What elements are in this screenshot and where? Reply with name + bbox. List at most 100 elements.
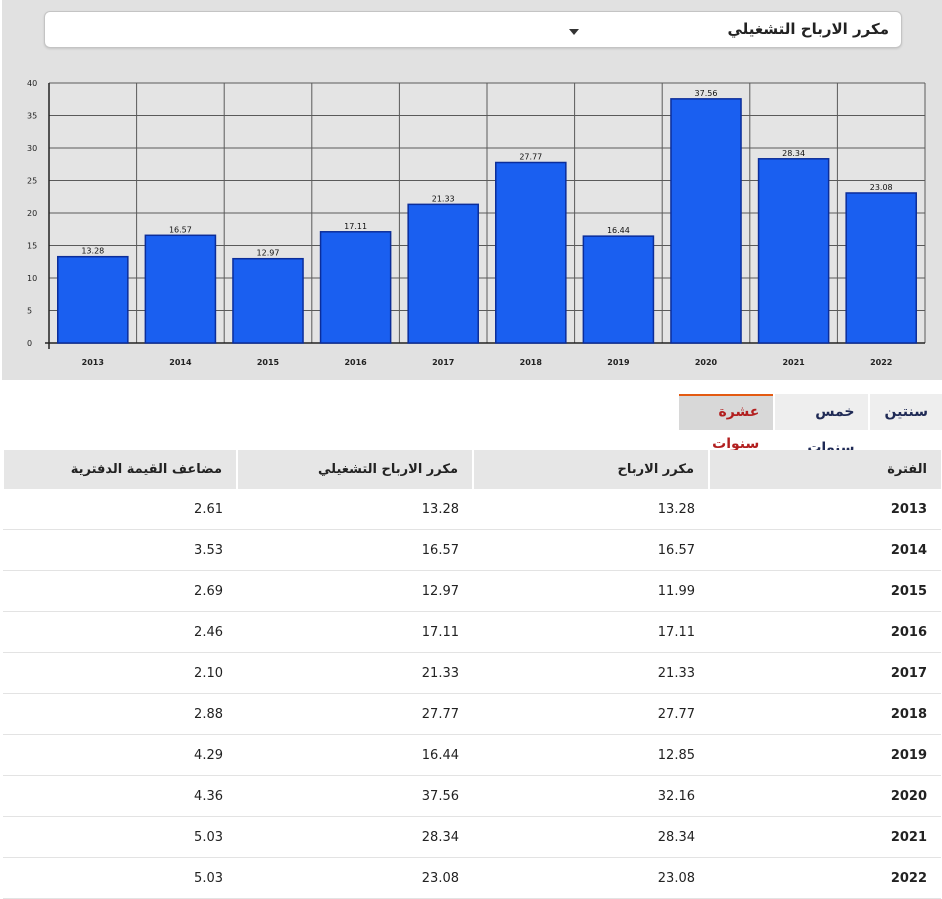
x-tick-label: 2013 [82, 358, 104, 367]
data-label: 27.77 [519, 152, 542, 161]
cell-period: 2022 [709, 857, 941, 899]
x-tick-label: 2017 [432, 358, 454, 367]
y-tick-label: 10 [27, 274, 37, 283]
x-tick-label: 2014 [169, 358, 192, 367]
cell-operating-pe: 37.56 [237, 775, 473, 817]
x-tick-label: 2020 [695, 358, 718, 367]
cell-price-to-book: 4.36 [3, 775, 237, 817]
x-tick-label: 2015 [257, 358, 280, 367]
cell-price-to-book: 2.61 [3, 489, 237, 530]
y-tick-label: 25 [27, 177, 37, 186]
table-row: 2019 12.85 16.44 4.29 [3, 734, 941, 776]
bar-2020 [670, 98, 742, 344]
cell-pe: 11.99 [473, 570, 709, 612]
header-price-to-book: مضاعف القيمة الدفترية [2, 450, 237, 489]
cell-price-to-book: 5.03 [3, 816, 237, 858]
header-pe: مكرر الارباح [472, 450, 709, 489]
bar-2017 [407, 203, 479, 344]
cell-period: 2020 [709, 775, 941, 817]
cell-price-to-book: 3.53 [3, 529, 237, 571]
header-period: الفترة [708, 450, 941, 489]
bar-2021 [757, 158, 830, 344]
x-tick-label: 2021 [782, 358, 805, 367]
table-body: 2013 13.28 13.28 2.61 2014 16.57 16.57 3.53 2015… [3, 489, 941, 899]
cell-pe: 23.08 [473, 857, 709, 899]
cell-period: 2019 [709, 734, 941, 776]
cell-price-to-book: 2.10 [3, 652, 237, 694]
cell-pe: 12.85 [473, 734, 709, 776]
cell-pe: 16.57 [473, 529, 709, 571]
cell-price-to-book: 5.03 [3, 857, 237, 899]
cell-price-to-book: 2.88 [3, 693, 237, 735]
data-label: 16.57 [169, 225, 192, 234]
x-tick-label: 2018 [520, 358, 543, 367]
cell-price-to-book: 2.69 [3, 570, 237, 612]
y-tick-label: 40 [27, 79, 37, 88]
cell-operating-pe: 21.33 [237, 652, 473, 694]
x-tick-label: 2016 [344, 358, 367, 367]
y-tick-label: 35 [27, 112, 37, 121]
bar-2019 [582, 235, 655, 344]
header-operating-pe: مكرر الارباح التشغيلي [236, 450, 473, 489]
period-tabs: عشرة سنوات خمس سنوات سنتين [679, 394, 942, 456]
data-label: 16.44 [607, 226, 630, 235]
cell-pe: 13.28 [473, 489, 709, 530]
cell-pe: 32.16 [473, 775, 709, 817]
table-row: 2020 32.16 37.56 4.36 [3, 775, 941, 817]
y-tick-label: 0 [27, 339, 32, 348]
cell-period: 2015 [709, 570, 941, 612]
bar-2013 [57, 255, 129, 344]
cell-operating-pe: 17.11 [237, 611, 473, 653]
bar-2014 [144, 234, 217, 344]
x-tick-label: 2022 [870, 358, 892, 367]
bar-chart: 0 5 10 15 20 25 30 35 40 13.28 2013 16.57 2014 12.97 2… [27, 79, 926, 367]
data-label: 37.56 [695, 89, 718, 98]
cell-period: 2017 [709, 652, 941, 694]
cell-period: 2016 [709, 611, 941, 653]
cell-operating-pe: 23.08 [237, 857, 473, 899]
tab-two-years[interactable]: سنتين [868, 394, 942, 430]
y-tick-label: 30 [27, 144, 37, 153]
table-row: 2017 21.33 21.33 2.10 [3, 652, 941, 694]
cell-period: 2013 [709, 489, 941, 530]
cell-operating-pe: 13.28 [237, 489, 473, 530]
table-row: 2021 28.34 28.34 5.03 [3, 816, 941, 858]
cell-operating-pe: 16.57 [237, 529, 473, 571]
cell-pe: 17.11 [473, 611, 709, 653]
data-label: 12.97 [257, 249, 280, 258]
y-tick-label: 5 [27, 307, 32, 316]
cell-period: 2018 [709, 693, 941, 735]
data-label: 28.34 [782, 149, 805, 158]
bar-2015 [232, 257, 304, 344]
cell-period: 2014 [709, 529, 941, 571]
cell-pe: 28.34 [473, 816, 709, 858]
ratios-table: الفترة مكرر الارباح مكرر الارباح التشغيل… [2, 450, 941, 899]
y-tick-label: 20 [27, 209, 37, 218]
table-row: 2015 11.99 12.97 2.69 [3, 570, 941, 612]
cell-period: 2021 [709, 816, 941, 858]
table-row: 2013 13.28 13.28 2.61 [3, 489, 941, 530]
data-label: 17.11 [344, 222, 367, 231]
cell-price-to-book: 2.46 [3, 611, 237, 653]
tab-ten-years[interactable]: عشرة سنوات [679, 394, 774, 452]
data-label: 23.08 [870, 183, 893, 192]
cell-price-to-book: 4.29 [3, 734, 237, 776]
x-tick-label: 2019 [607, 358, 630, 367]
cell-operating-pe: 28.34 [237, 816, 473, 858]
table-header-row: الفترة مكرر الارباح مكرر الارباح التشغيل… [2, 450, 941, 489]
table-row: 2018 27.77 27.77 2.88 [3, 693, 941, 735]
cell-operating-pe: 27.77 [237, 693, 473, 735]
data-label: 21.33 [432, 194, 455, 203]
y-tick-label: 15 [27, 242, 37, 251]
cell-operating-pe: 12.97 [237, 570, 473, 612]
data-label: 13.28 [81, 247, 104, 256]
table-row: 2022 23.08 23.08 5.03 [3, 857, 941, 899]
table-row: 2014 16.57 16.57 3.53 [3, 529, 941, 571]
bar-2022 [845, 192, 917, 344]
bar-2016 [319, 231, 392, 344]
cell-pe: 21.33 [473, 652, 709, 694]
tab-five-years[interactable]: خمس سنوات [773, 394, 869, 456]
bar-2018 [495, 161, 567, 344]
cell-pe: 27.77 [473, 693, 709, 735]
table-row: 2016 17.11 17.11 2.46 [3, 611, 941, 653]
